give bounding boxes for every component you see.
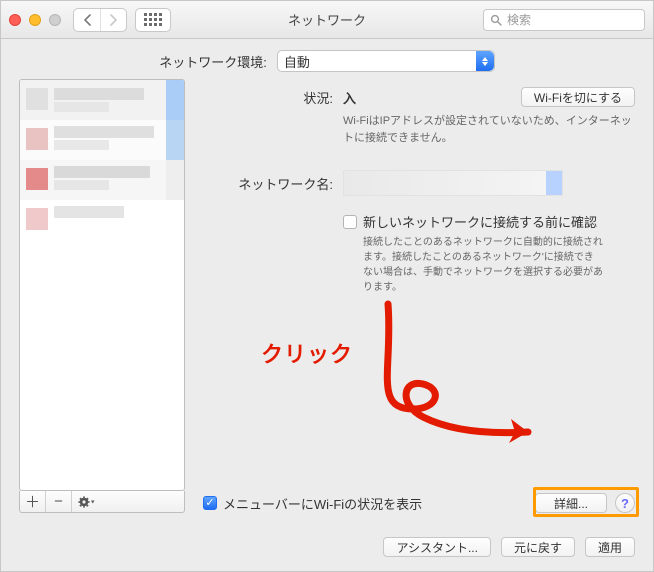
main-area: ＋ − 状況: xyxy=(1,79,653,527)
show-in-menubar-checkbox[interactable]: メニューバーにWi-Fiの状況を表示 xyxy=(203,494,422,513)
confirm-join-checkbox[interactable]: 新しいネットワークに接続する前に確認 xyxy=(343,212,635,231)
network-name-select[interactable] xyxy=(343,170,563,196)
show-in-menubar-label: メニューバーにWi-Fiの状況を表示 xyxy=(223,494,422,513)
select-arrows-icon xyxy=(476,51,494,71)
footer: アシスタント... 元に戻す 適用 xyxy=(1,527,653,571)
search-placeholder: 検索 xyxy=(507,11,531,28)
annotation-highlight xyxy=(533,487,639,517)
sidebar-tools: ＋ − xyxy=(19,491,185,513)
assistant-button[interactable]: アシスタント... xyxy=(383,537,491,557)
interface-list-blurred xyxy=(20,80,184,490)
sidebar: ＋ − xyxy=(19,79,185,513)
minimize-icon[interactable] xyxy=(29,14,41,26)
status-value: 入 xyxy=(343,88,356,107)
location-select[interactable]: 自動 xyxy=(277,50,495,72)
nav-back-forward xyxy=(73,8,127,32)
network-name-blurred xyxy=(344,171,546,195)
grid-icon xyxy=(144,13,162,26)
status-label: 状況: xyxy=(203,88,343,107)
location-row: ネットワーク環境: 自動 xyxy=(1,39,653,79)
gear-icon xyxy=(78,496,96,508)
confirm-join-label: 新しいネットワークに接続する前に確認 xyxy=(363,212,597,231)
location-label: ネットワーク環境: xyxy=(159,52,267,71)
interface-list[interactable] xyxy=(19,79,185,491)
window-controls xyxy=(9,14,61,26)
confirm-join-description: 接続したことのあるネットワークに自動的に接続されます。接続したことのあるネットワ… xyxy=(363,235,603,295)
search-icon xyxy=(490,14,502,26)
revert-button[interactable]: 元に戻す xyxy=(501,537,575,557)
apply-button[interactable]: 適用 xyxy=(585,537,635,557)
window: ネットワーク 検索 ネットワーク環境: 自動 xyxy=(0,0,654,572)
status-description: Wi-FiはIPアドレスが設定されていないため、インターネットに接続できません。 xyxy=(343,113,635,146)
zoom-icon xyxy=(49,14,61,26)
show-all-button[interactable] xyxy=(135,8,171,32)
close-icon[interactable] xyxy=(9,14,21,26)
detail-pane: 状況: 入 Wi-Fiを切にする Wi-FiはIPアドレスが設定されていないため… xyxy=(203,79,635,513)
interface-actions-button[interactable] xyxy=(72,491,184,512)
wifi-toggle-button[interactable]: Wi-Fiを切にする xyxy=(521,87,635,107)
select-arrows-icon xyxy=(546,171,562,195)
titlebar: ネットワーク 検索 xyxy=(1,1,653,39)
annotation-arrow-icon xyxy=(363,299,553,449)
network-name-label: ネットワーク名: xyxy=(203,174,343,193)
add-interface-button[interactable]: ＋ xyxy=(20,491,46,512)
checkbox-icon xyxy=(343,215,357,229)
search-input[interactable]: 検索 xyxy=(483,9,645,31)
checkbox-checked-icon xyxy=(203,496,217,510)
forward-button xyxy=(100,9,126,31)
location-value: 自動 xyxy=(284,52,310,71)
back-button[interactable] xyxy=(74,9,100,31)
annotation-text: クリック xyxy=(261,337,353,369)
remove-interface-button[interactable]: − xyxy=(46,491,72,512)
